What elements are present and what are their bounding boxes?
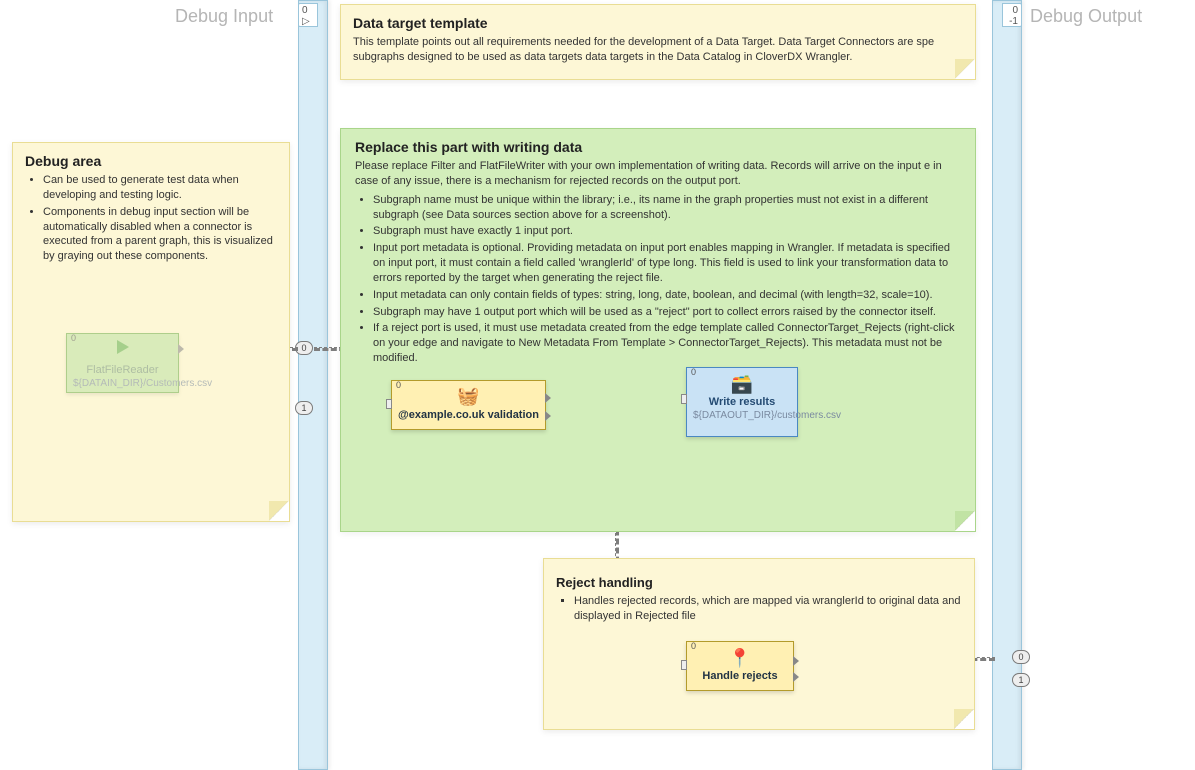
component-port-label: 0 bbox=[396, 380, 401, 390]
note-debug-item: Can be used to generate test data when d… bbox=[43, 173, 277, 203]
rail-left-tab: 0 ▷ bbox=[298, 3, 318, 27]
greenbox-item: Subgraph name must be unique within the … bbox=[373, 193, 961, 223]
output-port-0[interactable]: 0 bbox=[1012, 650, 1030, 664]
note-reject-title: Reject handling bbox=[556, 575, 962, 590]
output-port-1[interactable]: 1 bbox=[1012, 673, 1030, 687]
note-debug-item: Components in debug input section will b… bbox=[43, 205, 277, 264]
note-reject-list: Handles rejected records, which are mapp… bbox=[556, 594, 962, 624]
in-port-icon bbox=[681, 394, 687, 404]
component-port-label: 0 bbox=[691, 641, 696, 651]
rail-right-num: 0 bbox=[1012, 5, 1018, 16]
component-subtitle: ${DATAOUT_DIR}/customers.csv bbox=[693, 410, 791, 421]
note-debug-list: Can be used to generate test data when d… bbox=[25, 173, 277, 264]
out-port-icon bbox=[178, 344, 184, 354]
note-template-title: Data target template bbox=[353, 15, 963, 31]
greenbox-intro: Please replace Filter and FlatFileWriter… bbox=[355, 159, 961, 189]
component-subtitle: ${DATAIN_DIR}/Customers.csv bbox=[73, 378, 172, 389]
greenbox-item: If a reject port is used, it must use me… bbox=[373, 321, 961, 366]
note-data-target-template: Data target template This template point… bbox=[340, 4, 976, 80]
greenbox-item: Input port metadata is optional. Providi… bbox=[373, 241, 961, 286]
out-port-icon bbox=[793, 672, 799, 682]
note-fold-icon bbox=[955, 59, 975, 79]
component-title: Write results bbox=[693, 396, 791, 408]
map-pin-icon: 📍 bbox=[726, 648, 754, 670]
out-port-icon bbox=[545, 393, 551, 403]
greenbox-list: Subgraph name must be unique within the … bbox=[355, 193, 961, 366]
component-filter-validation[interactable]: 0 🧺 @example.co.uk validation bbox=[391, 380, 546, 430]
component-title: @example.co.uk validation bbox=[398, 409, 539, 421]
in-port-icon bbox=[386, 399, 392, 409]
note-debug-title: Debug area bbox=[25, 153, 277, 169]
out-port-icon bbox=[793, 656, 799, 666]
note-fold-icon bbox=[269, 501, 289, 521]
rail-right-tab: 0 -1 bbox=[1002, 3, 1022, 27]
rail-left-num: 0 bbox=[302, 5, 308, 16]
greenbox-item: Input metadata can only contain fields o… bbox=[373, 288, 961, 303]
component-title: Handle rejects bbox=[693, 670, 787, 682]
component-title: FlatFileReader bbox=[73, 364, 172, 376]
writer-icon: 🗃️ bbox=[728, 374, 756, 396]
out-port-icon bbox=[545, 411, 551, 421]
greenbox-title: Replace this part with writing data bbox=[355, 139, 961, 155]
note-debug-area: Debug area Can be used to generate test … bbox=[12, 142, 290, 522]
file-arrow-icon bbox=[109, 340, 137, 362]
note-reject-item: Handles rejected records, which are mapp… bbox=[574, 594, 962, 624]
note-template-body: This template points out all requirement… bbox=[353, 35, 963, 65]
component-port-label: 0 bbox=[71, 333, 76, 343]
rail-left-glyph: ▷ bbox=[302, 16, 310, 27]
in-port-icon bbox=[681, 660, 687, 670]
subgraph-input-rail[interactable]: 0 ▷ bbox=[298, 0, 328, 770]
debug-output-label: Debug Output bbox=[1030, 6, 1142, 27]
component-handle-rejects[interactable]: 0 📍 Handle rejects bbox=[686, 641, 794, 691]
debug-input-label: Debug Input bbox=[175, 6, 273, 27]
greenbox-item: Subgraph must have exactly 1 input port. bbox=[373, 224, 961, 239]
component-port-label: 0 bbox=[691, 367, 696, 377]
note-replace-writing-data: Replace this part with writing data Plea… bbox=[340, 128, 976, 532]
component-flat-file-reader[interactable]: 0 FlatFileReader ${DATAIN_DIR}/Customers… bbox=[66, 333, 179, 393]
rail-right-sub: -1 bbox=[1009, 16, 1018, 27]
note-fold-icon bbox=[954, 709, 974, 729]
component-write-results[interactable]: 0 🗃️ Write results ${DATAOUT_DIR}/custom… bbox=[686, 367, 798, 437]
filter-icon: 🧺 bbox=[455, 387, 483, 409]
greenbox-item: Subgraph may have 1 output port which wi… bbox=[373, 305, 961, 320]
input-port-1[interactable]: 1 bbox=[295, 401, 313, 415]
note-fold-icon bbox=[955, 511, 975, 531]
